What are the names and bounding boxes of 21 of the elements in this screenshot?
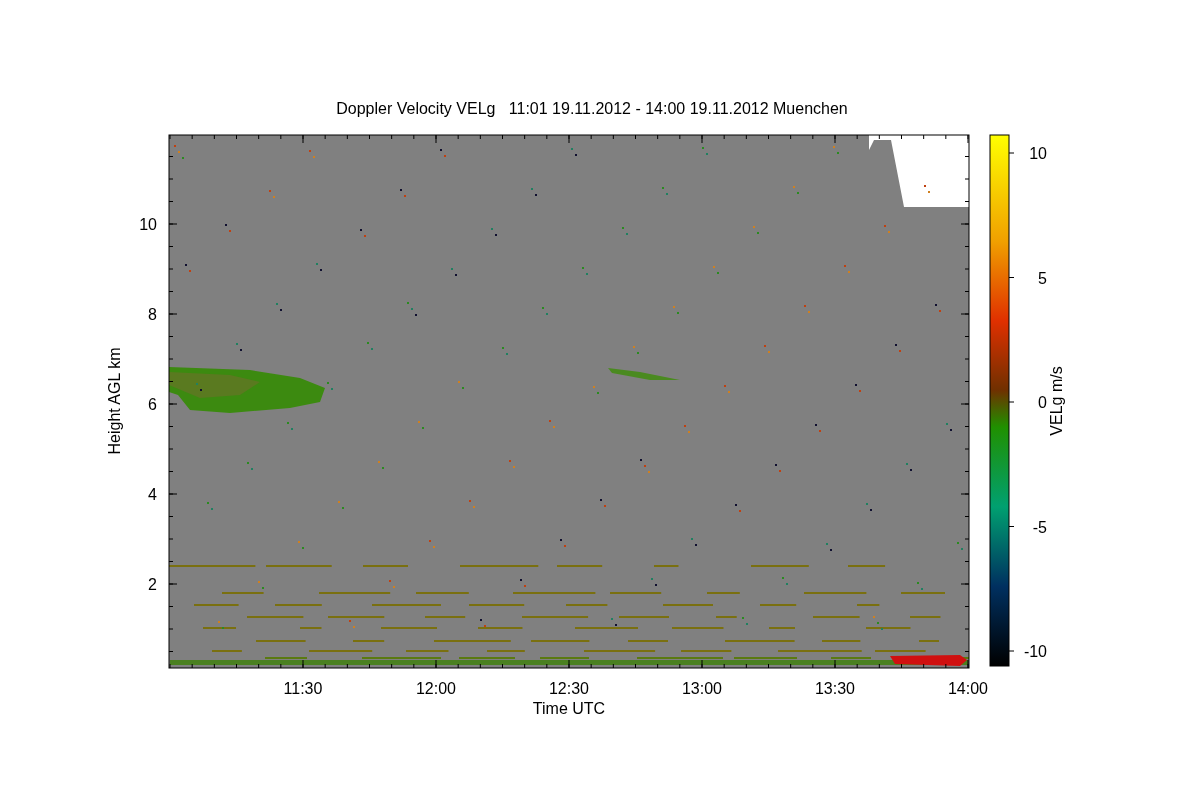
x-tick-label: 12:30 bbox=[549, 680, 589, 697]
y-tick-label: 4 bbox=[148, 486, 157, 503]
colorbar-label: VELg m/s bbox=[1048, 366, 1065, 436]
x-tick-label: 13:30 bbox=[815, 680, 855, 697]
y-tick-label: 6 bbox=[148, 396, 157, 413]
x-axis-label: Time UTC bbox=[532, 700, 606, 717]
colorbar-tick-label: 0 bbox=[1038, 394, 1047, 411]
y-axis-label: Height AGL km bbox=[106, 347, 123, 455]
chart-title: Doppler Velocity VELg 11:01 19.11.2012 - 14:00 19.11.2012 Muenchen bbox=[336, 100, 848, 117]
y-tick-label: 2 bbox=[148, 576, 157, 593]
y-tick-label: 10 bbox=[139, 216, 157, 233]
colorbar-tick-label: 5 bbox=[1038, 269, 1047, 287]
x-tick-label: 13:00 bbox=[682, 680, 722, 697]
colorbar-tick-label: 10 bbox=[1029, 145, 1047, 162]
colorbar-tick-label: -10 bbox=[1023, 643, 1047, 660]
colorbar-tick-label: -5 bbox=[1032, 518, 1047, 536]
cloud-echo bbox=[608, 368, 680, 380]
x-tick-label: 14:00 bbox=[948, 680, 988, 697]
x-tick-label: 11:30 bbox=[283, 680, 323, 697]
x-tick-label: 12:00 bbox=[416, 680, 456, 697]
y-tick-label: 8 bbox=[148, 306, 157, 323]
